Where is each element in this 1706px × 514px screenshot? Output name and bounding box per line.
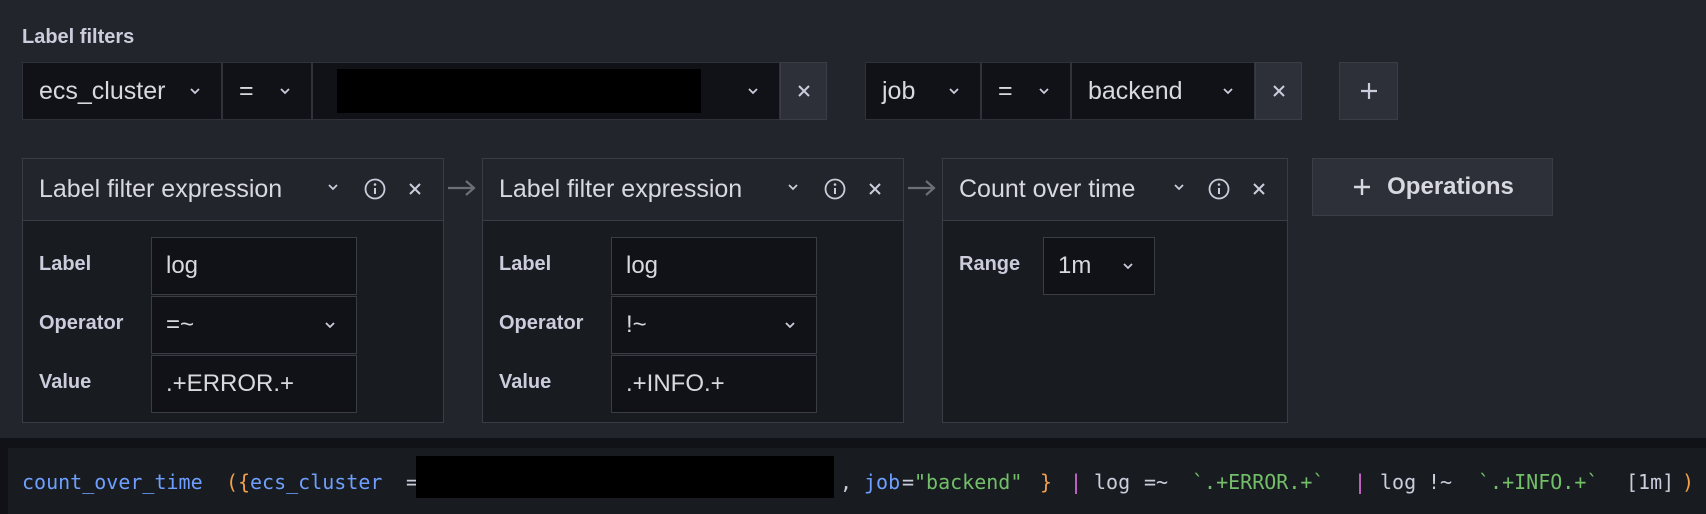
value-input[interactable]: .+ERROR.+ — [151, 355, 357, 413]
value-input[interactable]: .+INFO.+ — [611, 355, 817, 413]
field-label: Label — [499, 253, 552, 275]
query-comma: , — [840, 470, 853, 494]
query-pipe: | — [1354, 470, 1367, 494]
input-value: log — [166, 252, 199, 279]
range-select[interactable]: 1m — [1043, 237, 1155, 295]
chevron-down-icon — [277, 63, 293, 119]
operator-select[interactable]: !~ — [611, 296, 817, 354]
close-icon[interactable] — [1249, 179, 1269, 204]
label-filters-title: Label filters — [22, 26, 135, 48]
input-value: .+INFO.+ — [626, 370, 725, 397]
add-filter-button[interactable] — [1339, 62, 1398, 120]
filter-operator-value: = — [239, 76, 254, 105]
chevron-down-icon[interactable] — [1171, 179, 1187, 200]
field-label: Operator — [499, 312, 584, 334]
query-pipe: | — [1070, 470, 1083, 494]
info-icon[interactable] — [363, 177, 387, 206]
field-label: Value — [499, 371, 552, 393]
select-value: 1m — [1058, 252, 1092, 279]
operations-button-label: Operations — [1387, 173, 1514, 200]
redacted-value — [337, 69, 701, 113]
chevron-down-icon — [187, 63, 203, 119]
chevron-down-icon — [946, 63, 962, 119]
label-input[interactable]: log — [611, 237, 817, 295]
filter-label-value: job — [882, 76, 916, 105]
field-label: Range — [959, 253, 1021, 275]
query-label: job — [864, 470, 901, 494]
arrow-right-icon — [906, 176, 938, 205]
filter-operator-value: = — [998, 76, 1013, 105]
query-string: "backend" — [914, 470, 1023, 494]
query-string: `.+INFO.+` — [1478, 470, 1599, 494]
query-range: [1m] — [1626, 470, 1675, 494]
query-ident: log — [1380, 470, 1417, 494]
add-operations-button[interactable]: Operations — [1312, 158, 1553, 216]
chevron-down-icon — [1220, 63, 1236, 119]
plus-icon — [1354, 179, 1371, 195]
close-icon[interactable] — [405, 179, 425, 204]
redacted-query-value — [416, 456, 834, 498]
select-value: =~ — [166, 311, 195, 338]
field-label: Label — [39, 253, 92, 275]
query-brace: { — [238, 470, 251, 494]
close-icon — [797, 85, 810, 97]
query-ident: log — [1094, 470, 1131, 494]
field-label: Value — [39, 371, 92, 393]
card-header: Label filter expression — [483, 159, 903, 221]
operation-title[interactable]: Label filter expression — [499, 175, 742, 204]
operation-card-label-filter-1: Label filter expression Label log Operat… — [22, 158, 444, 423]
filter-value: backend — [1088, 76, 1183, 105]
chevron-down-icon — [782, 297, 798, 353]
chevron-down-icon[interactable] — [785, 179, 801, 200]
info-icon[interactable] — [823, 177, 847, 206]
query-operator: =~ — [1144, 470, 1169, 494]
label-input[interactable]: log — [151, 237, 357, 295]
filter-label-select-job[interactable]: job — [865, 62, 981, 120]
remove-filter-button-2[interactable] — [1255, 62, 1302, 120]
query-paren: ( — [226, 470, 239, 494]
chevron-down-icon — [1120, 238, 1136, 294]
plus-icon — [1360, 83, 1377, 99]
input-value: .+ERROR.+ — [166, 370, 295, 397]
chevron-down-icon — [322, 297, 338, 353]
field-label: Operator — [39, 312, 124, 334]
operation-card-label-filter-2: Label filter expression Label log Operat… — [482, 158, 904, 423]
operation-title[interactable]: Label filter expression — [39, 175, 282, 204]
filter-operator-select-2[interactable]: = — [981, 62, 1071, 120]
filter-label-select-ecs-cluster[interactable]: ecs_cluster — [22, 62, 222, 120]
card-header: Label filter expression — [23, 159, 443, 221]
filter-label-value: ecs_cluster — [39, 76, 166, 105]
close-icon — [1272, 85, 1285, 97]
operator-select[interactable]: =~ — [151, 296, 357, 354]
operation-card-count-over-time: Count over time Range 1m — [942, 158, 1288, 423]
card-header: Count over time — [943, 159, 1287, 221]
query-paren: ) — [1682, 470, 1695, 494]
input-value: log — [626, 252, 659, 279]
operation-title[interactable]: Count over time — [959, 175, 1135, 204]
close-icon[interactable] — [865, 179, 885, 204]
filter-operator-select-1[interactable]: = — [222, 62, 312, 120]
query-preview[interactable]: count_over_time ( { ecs_cluster = , job … — [8, 448, 1706, 514]
select-value: !~ — [626, 311, 647, 338]
filter-value-select-1[interactable] — [312, 62, 780, 120]
chevron-down-icon — [1036, 63, 1052, 119]
query-brace: } — [1040, 470, 1053, 494]
chevron-down-icon[interactable] — [325, 179, 341, 200]
query-eq: = — [902, 470, 915, 494]
chevron-down-icon — [745, 63, 761, 119]
query-label: ecs_cluster — [250, 470, 383, 494]
info-icon[interactable] — [1207, 177, 1231, 206]
filter-value-select-2[interactable]: backend — [1071, 62, 1255, 120]
query-builder-panel: Label filters ecs_cluster = job = backen… — [0, 0, 1706, 438]
arrow-right-icon — [446, 176, 478, 205]
query-function: count_over_time — [22, 470, 203, 494]
remove-filter-button-1[interactable] — [780, 62, 827, 120]
query-string: `.+ERROR.+` — [1192, 470, 1325, 494]
query-operator: !~ — [1428, 470, 1453, 494]
